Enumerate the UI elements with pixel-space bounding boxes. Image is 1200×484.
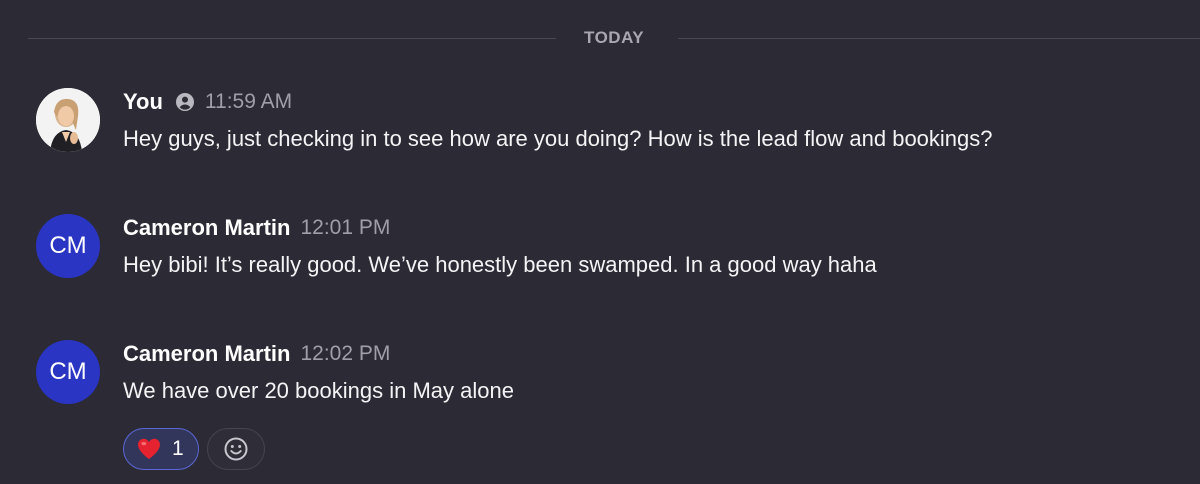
author-name[interactable]: Cameron Martin xyxy=(123,215,290,241)
divider-line-left xyxy=(28,38,556,39)
message-body: Cameron Martin 12:02 PM We have over 20 … xyxy=(123,340,514,404)
avatar-initials: CM xyxy=(49,358,87,385)
avatar[interactable]: CM xyxy=(36,214,100,278)
message-text: Hey bibi! It’s really good. We’ve honest… xyxy=(123,252,877,277)
heart-icon xyxy=(136,437,162,461)
reactions-bar: 1 xyxy=(123,428,265,470)
smiley-add-reaction-icon xyxy=(223,436,249,462)
author-name[interactable]: Cameron Martin xyxy=(123,341,290,367)
avatar-initials: CM xyxy=(49,232,87,259)
message-timestamp[interactable]: 11:59 AM xyxy=(205,90,292,114)
message-body: You 11:59 AM Hey guys, just checking in … xyxy=(123,88,993,152)
person-circle-icon xyxy=(175,92,195,112)
heart-reaction-button[interactable]: 1 xyxy=(123,428,199,470)
avatar-photo xyxy=(36,88,100,152)
reaction-count: 1 xyxy=(172,437,184,460)
message-header: Cameron Martin 12:01 PM xyxy=(123,214,877,242)
message-text: Hey guys, just checking in to see how ar… xyxy=(123,126,993,151)
message-timestamp[interactable]: 12:02 PM xyxy=(300,342,390,366)
avatar[interactable] xyxy=(36,88,100,152)
add-reaction-button[interactable] xyxy=(207,428,265,470)
message-body: Cameron Martin 12:01 PM Hey bibi! It’s r… xyxy=(123,214,877,278)
date-divider: TODAY xyxy=(28,27,1200,49)
avatar[interactable]: CM xyxy=(36,340,100,404)
date-divider-label: TODAY xyxy=(584,28,645,47)
divider-line-right xyxy=(678,38,1200,39)
message-timestamp[interactable]: 12:01 PM xyxy=(300,216,390,240)
message-text: We have over 20 bookings in May alone xyxy=(123,378,514,403)
message-header: Cameron Martin 12:02 PM xyxy=(123,340,514,368)
author-name[interactable]: You xyxy=(123,89,163,115)
message-header: You 11:59 AM xyxy=(123,88,993,116)
